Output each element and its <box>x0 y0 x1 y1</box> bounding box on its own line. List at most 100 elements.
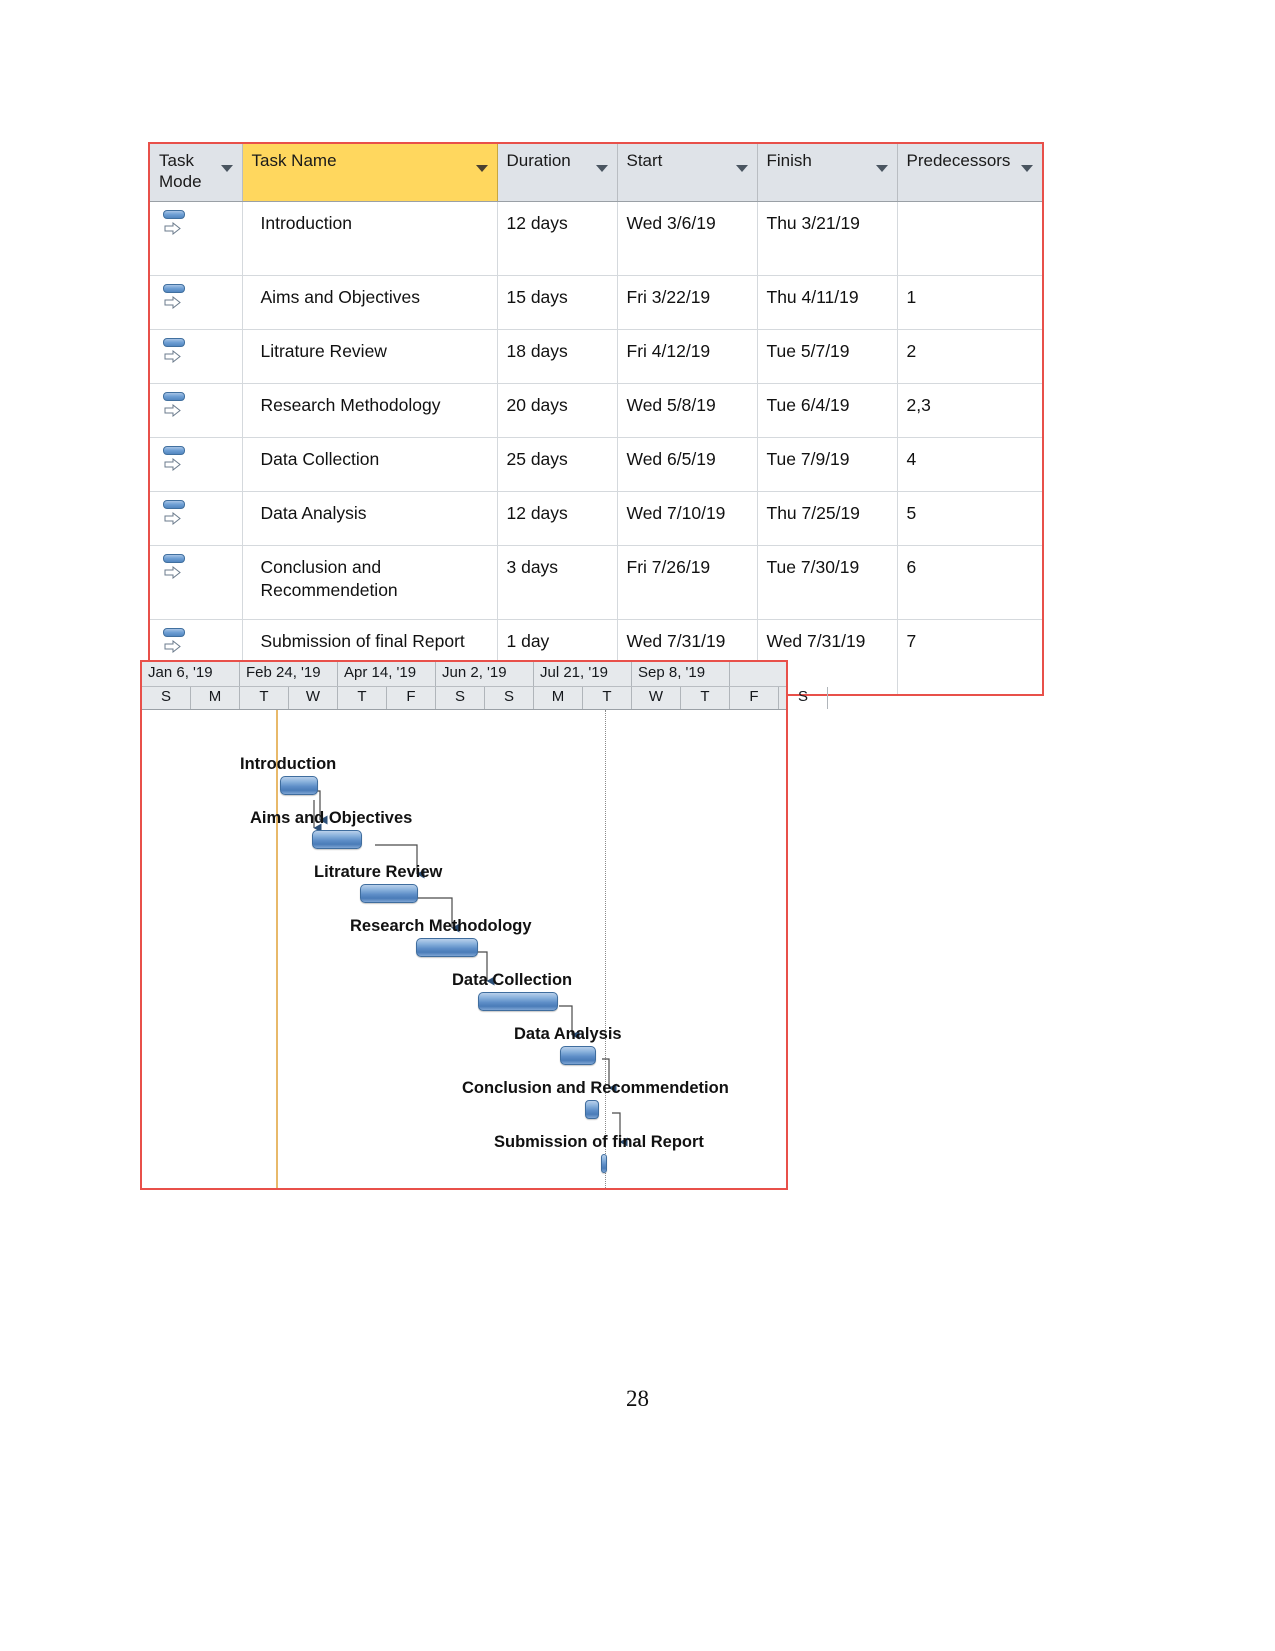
column-header-label: Finish <box>766 151 812 170</box>
gantt-bar-label: Data Analysis <box>514 1024 622 1043</box>
task-mode-cell[interactable] <box>150 275 243 331</box>
table-row[interactable]: Data Analysis 12 days Wed 7/10/19 Thu 7/25/… <box>150 491 1042 547</box>
arrow-glyph <box>164 350 181 364</box>
start-date-cell[interactable]: Wed 7/10/19 <box>617 491 758 547</box>
predecessors-cell[interactable]: 2 <box>897 329 1042 385</box>
gantt-bar[interactable] <box>416 937 478 957</box>
filter-dropdown-icon[interactable] <box>875 165 888 172</box>
table-row[interactable]: Research Methodology 20 days Wed 5/8/19 Tue… <box>150 383 1042 439</box>
table-row[interactable]: Conclusion and Recommendetion 3 days Fri 7… <box>150 545 1042 621</box>
predecessors-cell[interactable]: 1 <box>897 275 1042 331</box>
filter-dropdown-icon[interactable] <box>475 165 488 172</box>
table-row[interactable]: Data Collection 25 days Wed 6/5/19 Tue 7/9/… <box>150 437 1042 493</box>
task-table-container: Task Mode Task Name Duration Start Finis… <box>148 142 1044 696</box>
task-mode-cell[interactable] <box>150 491 243 547</box>
timeline-day-cell: T <box>583 686 632 709</box>
timeline-day-cell: F <box>730 686 779 709</box>
predecessors-cell[interactable]: 7 <box>897 619 1042 694</box>
gantt-chart-container: Jan 6, '19 Feb 24, '19 Apr 14, '19 Jun 2, '… <box>140 660 828 1190</box>
start-date-cell[interactable]: Fri 3/22/19 <box>617 275 758 331</box>
task-mode-cell[interactable] <box>150 545 243 621</box>
predecessors-cell[interactable]: 5 <box>897 491 1042 547</box>
status-date-line <box>276 709 278 1188</box>
finish-date-cell[interactable]: Thu 4/11/19 <box>757 275 898 331</box>
task-mode-cell[interactable] <box>150 437 243 493</box>
column-header-finish[interactable]: Finish <box>757 144 898 203</box>
timeline-month-cell: Jun 2, '19 <box>436 662 534 686</box>
table-row[interactable]: Introduction 12 days Wed 3/6/19 Thu 3/21/19 <box>150 201 1042 277</box>
arrow-glyph <box>164 404 181 418</box>
predecessors-cell[interactable]: 4 <box>897 437 1042 493</box>
predecessors-cell[interactable]: 6 <box>897 545 1042 621</box>
timeline-month-cell: Feb 24, '19 <box>240 662 338 686</box>
finish-date-cell[interactable]: Tue 5/7/19 <box>757 329 898 385</box>
today-line <box>605 709 606 1188</box>
finish-date-cell[interactable]: Thu 7/25/19 <box>757 491 898 547</box>
finish-date-cell[interactable]: Tue 6/4/19 <box>757 383 898 439</box>
gantt-bar[interactable] <box>280 775 318 795</box>
table-row[interactable]: Litrature Review 18 days Fri 4/12/19 Tue 5/… <box>150 329 1042 385</box>
task-name-cell[interactable]: Research Methodology <box>242 383 498 439</box>
column-header-start[interactable]: Start <box>617 144 758 203</box>
timeline-day-cell: S <box>142 686 191 709</box>
task-name-cell[interactable]: Data Collection <box>242 437 498 493</box>
arrow-glyph <box>164 222 181 236</box>
task-name-cell[interactable]: Aims and Objectives <box>242 275 498 331</box>
gantt-bar[interactable] <box>312 829 362 849</box>
start-date-cell[interactable]: Fri 7/26/19 <box>617 545 758 621</box>
gantt-bar-label: Submission of final Report <box>494 1132 704 1151</box>
timeline-day-header: SMTWTFSSMTWTFS <box>142 686 828 710</box>
timeline-month-cell: Apr 14, '19 <box>338 662 436 686</box>
column-header-task-mode[interactable]: Task Mode <box>150 144 243 203</box>
task-mode-cell[interactable] <box>150 329 243 385</box>
start-date-cell[interactable]: Wed 3/6/19 <box>617 201 758 277</box>
filter-dropdown-icon[interactable] <box>1021 165 1033 172</box>
gantt-bar-label: Data Collection <box>452 970 573 989</box>
task-name-cell[interactable]: Introduction <box>242 201 498 277</box>
start-date-cell[interactable]: Wed 5/8/19 <box>617 383 758 439</box>
timeline-month-cell: Jul 21, '19 <box>534 662 632 686</box>
task-mode-cell[interactable] <box>150 383 243 439</box>
timeline-day-cell: S <box>485 686 534 709</box>
task-name-cell[interactable]: Litrature Review <box>242 329 498 385</box>
finish-date-cell[interactable]: Thu 3/21/19 <box>757 201 898 277</box>
start-date-cell[interactable]: Wed 6/5/19 <box>617 437 758 493</box>
start-date-cell[interactable]: Fri 4/12/19 <box>617 329 758 385</box>
arrow-glyph <box>164 458 181 472</box>
arrow-glyph <box>164 566 181 580</box>
gantt-bar-label: Aims and Objectives <box>250 808 413 827</box>
gantt-bar[interactable] <box>560 1045 596 1065</box>
task-name-cell[interactable]: Data Analysis <box>242 491 498 547</box>
gantt-bar[interactable] <box>360 883 418 903</box>
predecessors-cell[interactable]: 2,3 <box>897 383 1042 439</box>
filter-dropdown-icon[interactable] <box>220 165 233 172</box>
table-row[interactable]: Aims and Objectives 15 days Fri 3/22/19 Thu… <box>150 275 1042 331</box>
duration-cell[interactable]: 20 days <box>497 383 618 439</box>
task-mode-cell[interactable] <box>150 201 243 277</box>
finish-date-cell[interactable]: Tue 7/30/19 <box>757 545 898 621</box>
gantt-bar-label: Introduction <box>240 754 337 773</box>
duration-cell[interactable]: 15 days <box>497 275 618 331</box>
column-header-predecessors[interactable]: Predecessors <box>897 144 1042 203</box>
gantt-bar[interactable] <box>601 1153 607 1173</box>
column-header-label: Predecessors <box>906 151 1011 170</box>
task-name-cell[interactable]: Conclusion and Recommendetion <box>242 545 498 621</box>
gantt-bar-label: Research Methodology <box>350 916 532 935</box>
column-header-duration[interactable]: Duration <box>497 144 618 203</box>
timeline-day-cell: S <box>779 686 828 709</box>
gantt-bar[interactable] <box>585 1099 599 1119</box>
duration-cell[interactable]: 12 days <box>497 201 618 277</box>
duration-cell[interactable]: 12 days <box>497 491 618 547</box>
task-table-body: Introduction 12 days Wed 3/6/19 Thu 3/21/19… <box>150 201 1042 694</box>
timeline-month-header: Jan 6, '19 Feb 24, '19 Apr 14, '19 Jun 2, '… <box>142 662 786 687</box>
duration-cell[interactable]: 25 days <box>497 437 618 493</box>
column-header-task-name[interactable]: Task Name <box>242 144 498 203</box>
timeline-day-cell: F <box>387 686 436 709</box>
filter-dropdown-icon[interactable] <box>595 165 608 172</box>
finish-date-cell[interactable]: Tue 7/9/19 <box>757 437 898 493</box>
filter-dropdown-icon[interactable] <box>735 165 748 172</box>
duration-cell[interactable]: 18 days <box>497 329 618 385</box>
predecessors-cell[interactable] <box>897 201 1042 277</box>
gantt-bar[interactable] <box>478 991 558 1011</box>
duration-cell[interactable]: 3 days <box>497 545 618 621</box>
